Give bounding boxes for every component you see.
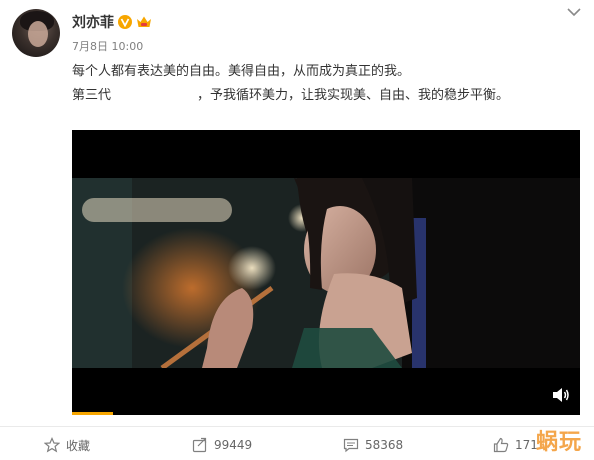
like-count: 171 bbox=[515, 438, 538, 452]
post-timestamp[interactable]: 7月8日 10:00 bbox=[72, 38, 143, 54]
video-player[interactable] bbox=[72, 130, 580, 415]
comment-count: 58368 bbox=[365, 438, 404, 452]
comment-icon bbox=[343, 438, 359, 453]
speaker-mute-icon[interactable] bbox=[552, 387, 570, 403]
forward-count: 99449 bbox=[214, 438, 253, 452]
video-still-image bbox=[72, 178, 580, 368]
site-watermark: 蜗玩 bbox=[536, 430, 583, 455]
author-row: 刘亦菲 bbox=[72, 12, 152, 32]
comment-button[interactable]: 58368 bbox=[343, 436, 403, 454]
post-text-prefix: 第三代 bbox=[72, 88, 112, 103]
thumbs-up-icon bbox=[493, 437, 509, 453]
verified-v-icon[interactable] bbox=[118, 15, 132, 29]
actions-divider bbox=[0, 426, 594, 427]
favorite-button[interactable]: 收藏 bbox=[44, 436, 90, 454]
post-text-suffix: ，予我循环美力，让我实现美、自由、我的稳步平衡。 bbox=[197, 88, 510, 103]
post-text-line1: 每个人都有表达美的自由。美得自由，从而成为真正的我。 bbox=[72, 64, 411, 79]
video-frame[interactable] bbox=[72, 178, 580, 368]
avatar[interactable] bbox=[12, 9, 60, 57]
star-icon bbox=[44, 437, 60, 453]
post-text-line2: 第三代 ，予我循环美力，让我实现美、自由、我的稳步平衡。 bbox=[72, 84, 509, 103]
share-icon bbox=[192, 437, 207, 453]
like-button[interactable]: 171 bbox=[493, 436, 538, 454]
forward-button[interactable]: 99449 bbox=[192, 436, 252, 454]
chevron-down-icon[interactable] bbox=[566, 6, 582, 18]
username[interactable]: 刘亦菲 bbox=[72, 12, 114, 32]
crown-member-icon[interactable] bbox=[136, 15, 152, 29]
avatar-face bbox=[28, 21, 48, 47]
favorite-label: 收藏 bbox=[66, 438, 91, 453]
video-progress-bar[interactable] bbox=[72, 412, 113, 415]
